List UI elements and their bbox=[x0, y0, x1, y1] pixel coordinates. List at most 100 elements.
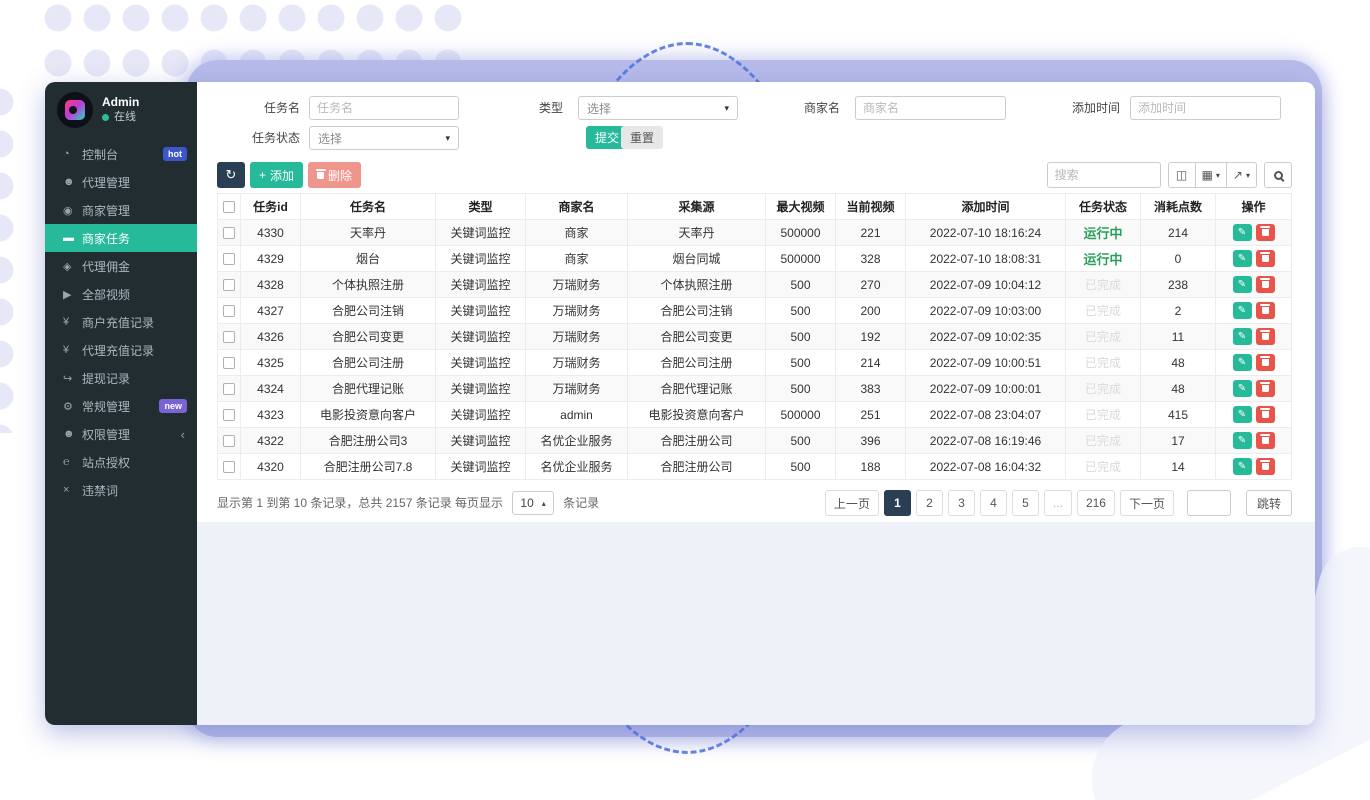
delete-row-button[interactable] bbox=[1256, 380, 1275, 397]
actions-cell: ✎ bbox=[1216, 220, 1292, 246]
delete-row-button[interactable] bbox=[1256, 250, 1275, 267]
yen-icon: ¥ bbox=[63, 316, 82, 328]
edit-button[interactable]: ✎ bbox=[1233, 328, 1252, 345]
table-footer: 显示第 1 到第 10 条记录，总共 2157 条记录 每页显示 10 ▴ 条记… bbox=[217, 490, 1292, 516]
task-id-cell: 4327 bbox=[241, 298, 301, 324]
page-button-216[interactable]: 216 bbox=[1077, 490, 1115, 516]
sidebar-item-agent-recharge[interactable]: ¥代理充值记录 bbox=[45, 336, 197, 364]
sidebar-item-merchant-tasks[interactable]: ▬商家任务 bbox=[45, 224, 197, 252]
points-cell: 11 bbox=[1141, 324, 1216, 350]
jump-button[interactable]: 跳转 bbox=[1246, 490, 1292, 516]
toggle-view-button[interactable]: ◫ bbox=[1168, 162, 1196, 188]
filter-label-merchant-name: 商家名 bbox=[760, 96, 840, 120]
sidebar-item-banned-words[interactable]: ×违禁词 bbox=[45, 476, 197, 504]
row-checkbox[interactable] bbox=[223, 305, 235, 317]
edit-button[interactable]: ✎ bbox=[1233, 380, 1252, 397]
pencil-icon: ✎ bbox=[1238, 227, 1246, 238]
page-button-5[interactable]: 5 bbox=[1012, 490, 1039, 516]
delete-row-button[interactable] bbox=[1256, 302, 1275, 319]
edit-button[interactable]: ✎ bbox=[1233, 458, 1252, 475]
row-checkbox[interactable] bbox=[223, 227, 235, 239]
sidebar-item-general[interactable]: ⚙常规管理new bbox=[45, 392, 197, 420]
delete-row-button[interactable] bbox=[1256, 458, 1275, 475]
sidebar-item-label: 提现记录 bbox=[82, 370, 130, 387]
task-name-input[interactable] bbox=[309, 96, 459, 120]
delete-row-button[interactable] bbox=[1256, 276, 1275, 293]
task-id-cell: 4324 bbox=[241, 376, 301, 402]
page-button-4[interactable]: 4 bbox=[980, 490, 1007, 516]
pencil-icon: ✎ bbox=[1238, 435, 1246, 446]
prev-page-button[interactable]: 上一页 bbox=[825, 490, 879, 516]
select-all-checkbox[interactable] bbox=[223, 201, 235, 213]
task-type-cell: 关键词监控 bbox=[436, 220, 526, 246]
add-time-input[interactable] bbox=[1130, 96, 1281, 120]
edit-button[interactable]: ✎ bbox=[1233, 432, 1252, 449]
edit-button[interactable]: ✎ bbox=[1233, 276, 1252, 293]
columns-dropdown-button[interactable]: ▦ ▾ bbox=[1196, 162, 1227, 188]
points-cell: 48 bbox=[1141, 350, 1216, 376]
avatar[interactable] bbox=[57, 92, 93, 128]
main-content: 任务名 类型 选择 ▾ 商家名 添加时间 任务状态 选择 ▾ bbox=[197, 82, 1315, 725]
delete-button[interactable]: 删除 bbox=[308, 162, 361, 188]
points-cell: 0 bbox=[1141, 246, 1216, 272]
pencil-icon: ✎ bbox=[1238, 279, 1246, 290]
sidebar-item-withdrawals[interactable]: ↪提现记录 bbox=[45, 364, 197, 392]
jump-page-input[interactable] bbox=[1187, 490, 1231, 516]
edit-button[interactable]: ✎ bbox=[1233, 250, 1252, 267]
page-size-select[interactable]: 10 ▴ bbox=[512, 491, 553, 515]
search-input[interactable] bbox=[1047, 162, 1161, 188]
row-checkbox[interactable] bbox=[223, 461, 235, 473]
edit-button[interactable]: ✎ bbox=[1233, 406, 1252, 423]
sidebar-item-dashboard[interactable]: ◔控制台hot bbox=[45, 140, 197, 168]
points-cell: 238 bbox=[1141, 272, 1216, 298]
page-button-1[interactable]: 1 bbox=[884, 490, 911, 516]
edit-button[interactable]: ✎ bbox=[1233, 224, 1252, 241]
new-badge: new bbox=[159, 399, 187, 413]
page-button-3[interactable]: 3 bbox=[948, 490, 975, 516]
row-checkbox[interactable] bbox=[223, 383, 235, 395]
add-button[interactable]: + 添加 bbox=[250, 162, 303, 188]
sidebar-item-label: 权限管理 bbox=[82, 426, 130, 443]
task-name-cell: 合肥注册公司7.8 bbox=[301, 454, 436, 480]
collect-source-cell: 合肥注册公司 bbox=[628, 454, 766, 480]
sidebar-item-agents[interactable]: ☻代理管理 bbox=[45, 168, 197, 196]
next-page-button[interactable]: 下一页 bbox=[1120, 490, 1174, 516]
task-status-select[interactable]: 选择 ▾ bbox=[309, 126, 459, 150]
collect-source-cell: 合肥公司变更 bbox=[628, 324, 766, 350]
delete-row-button[interactable] bbox=[1256, 406, 1275, 423]
merchant-name-input[interactable] bbox=[855, 96, 1006, 120]
row-checkbox[interactable] bbox=[223, 357, 235, 369]
delete-row-button[interactable] bbox=[1256, 432, 1275, 449]
row-checkbox[interactable] bbox=[223, 253, 235, 265]
reset-button[interactable]: 重置 bbox=[621, 126, 663, 149]
delete-row-button[interactable] bbox=[1256, 224, 1275, 241]
row-checkbox[interactable] bbox=[223, 409, 235, 421]
row-checkbox[interactable] bbox=[223, 331, 235, 343]
type-select[interactable]: 选择 ▾ bbox=[578, 96, 738, 120]
sidebar-item-videos[interactable]: ▶全部视频 bbox=[45, 280, 197, 308]
add-time-cell: 2022-07-10 18:16:24 bbox=[906, 220, 1066, 246]
merchant-manage-icon: ◉ bbox=[63, 204, 82, 217]
trash-icon bbox=[1262, 359, 1269, 366]
caret-down-icon: ▾ bbox=[1246, 171, 1250, 180]
search-button[interactable] bbox=[1264, 162, 1292, 188]
caret-down-icon: ▾ bbox=[724, 103, 729, 114]
delete-row-button[interactable] bbox=[1256, 328, 1275, 345]
sidebar-item-merchants[interactable]: ◉商家管理 bbox=[45, 196, 197, 224]
export-dropdown-button[interactable]: ↗ ▾ bbox=[1227, 162, 1257, 188]
row-select-cell bbox=[218, 402, 241, 428]
row-checkbox[interactable] bbox=[223, 279, 235, 291]
sidebar-item-merchant-recharge[interactable]: ¥商户充值记录 bbox=[45, 308, 197, 336]
edit-button[interactable]: ✎ bbox=[1233, 302, 1252, 319]
max-videos-cell: 500 bbox=[766, 272, 836, 298]
sidebar-item-permissions[interactable]: ☻权限管理‹ bbox=[45, 420, 197, 448]
page-button-2[interactable]: 2 bbox=[916, 490, 943, 516]
row-checkbox[interactable] bbox=[223, 435, 235, 447]
add-time-cell: 2022-07-09 10:00:51 bbox=[906, 350, 1066, 376]
sidebar-item-site-auth[interactable]: ℮站点授权 bbox=[45, 448, 197, 476]
edit-button[interactable]: ✎ bbox=[1233, 354, 1252, 371]
sidebar-item-commission[interactable]: ◈代理佣金 bbox=[45, 252, 197, 280]
max-videos-cell: 500 bbox=[766, 298, 836, 324]
refresh-button[interactable]: ↻ bbox=[217, 162, 245, 188]
delete-row-button[interactable] bbox=[1256, 354, 1275, 371]
